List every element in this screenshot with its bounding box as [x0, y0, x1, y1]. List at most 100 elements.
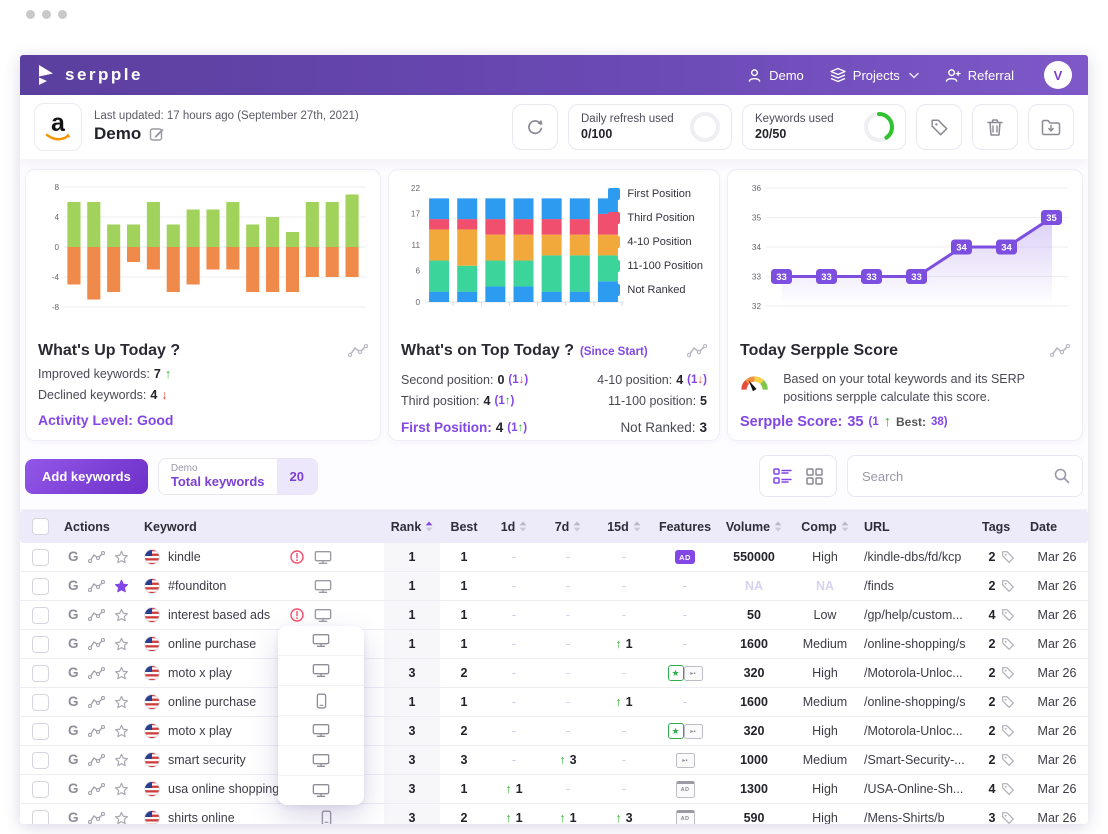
device-panel-cell[interactable] [278, 686, 364, 716]
column-header-comp[interactable]: Comp [790, 510, 860, 543]
star-icon[interactable] [114, 637, 129, 652]
url-cell[interactable]: /Smart-Security-... [860, 746, 978, 774]
url-cell[interactable]: /kindle-dbs/fd/kcp [860, 543, 978, 571]
device-panel-cell[interactable] [278, 716, 364, 746]
keyword-graph-icon[interactable] [88, 754, 105, 767]
tags-cell[interactable]: 2 [978, 746, 1026, 774]
google-icon[interactable]: G [68, 695, 79, 709]
star-icon[interactable] [114, 666, 129, 681]
url-cell[interactable]: /online-shopping/s [860, 630, 978, 658]
star-icon[interactable] [114, 550, 129, 565]
refresh-button[interactable] [512, 104, 558, 150]
row-checkbox[interactable] [32, 578, 49, 595]
url-cell[interactable]: /USA-Online-Sh... [860, 775, 978, 803]
url-cell[interactable]: /finds [860, 572, 978, 600]
nav-demo[interactable]: Demo [747, 68, 804, 83]
tags-cell[interactable]: 2 [978, 630, 1026, 658]
keyword-graph-icon[interactable] [88, 638, 105, 651]
star-icon[interactable] [114, 753, 129, 768]
tags-cell[interactable]: 4 [978, 601, 1026, 629]
add-keywords-button[interactable]: Add keywords [25, 459, 148, 494]
activity-spark-icon[interactable] [1050, 344, 1070, 358]
row-checkbox[interactable] [32, 781, 49, 798]
google-icon[interactable]: G [68, 608, 79, 622]
window-dot[interactable] [58, 10, 67, 19]
search-icon[interactable] [1054, 468, 1070, 484]
nav-referral[interactable]: Referral [945, 68, 1014, 83]
alert-icon[interactable] [290, 608, 304, 622]
keyword-graph-icon[interactable] [88, 580, 105, 593]
google-icon[interactable]: G [68, 579, 79, 593]
move-to-folder-button[interactable] [1028, 104, 1074, 150]
sort-icon[interactable] [425, 521, 433, 532]
star-filled-icon[interactable] [114, 579, 129, 594]
tags-cell[interactable]: 3 [978, 804, 1026, 824]
avatar[interactable]: V [1044, 61, 1072, 89]
tag-icon[interactable] [1001, 753, 1015, 767]
tag-icon[interactable] [1001, 608, 1015, 622]
row-checkbox[interactable] [32, 723, 49, 740]
keyword-graph-icon[interactable] [88, 667, 105, 680]
keyword-graph-icon[interactable] [88, 725, 105, 738]
window-controls[interactable] [26, 10, 67, 19]
keyword-graph-icon[interactable] [88, 812, 105, 825]
star-icon[interactable] [114, 724, 129, 739]
keyword-graph-icon[interactable] [88, 696, 105, 709]
row-checkbox[interactable] [32, 636, 49, 653]
row-checkbox[interactable] [32, 549, 49, 566]
column-header-7d[interactable]: 7d [540, 510, 596, 543]
star-icon[interactable] [114, 695, 129, 710]
device-panel-cell[interactable] [278, 776, 364, 805]
list-view-icon[interactable] [773, 468, 792, 484]
sort-icon[interactable] [841, 521, 849, 532]
column-header-rank[interactable]: Rank [384, 510, 440, 543]
tag-icon[interactable] [1001, 550, 1015, 564]
url-cell[interactable]: /Motorola-Unloc... [860, 717, 978, 745]
google-icon[interactable]: G [68, 637, 79, 651]
device-panel-cell[interactable] [278, 656, 364, 686]
keyword-cell[interactable]: kindle [140, 543, 384, 571]
tag-icon[interactable] [1001, 811, 1015, 824]
device-panel-cell[interactable] [278, 626, 364, 656]
edit-icon[interactable] [149, 126, 165, 142]
row-checkbox[interactable] [32, 607, 49, 624]
star-icon[interactable] [114, 811, 129, 825]
nav-projects[interactable]: Projects [830, 67, 919, 83]
tags-cell[interactable]: 2 [978, 688, 1026, 716]
row-checkbox[interactable] [32, 665, 49, 682]
url-cell[interactable]: /gp/help/custom... [860, 601, 978, 629]
keyword-cell[interactable]: shirts online [140, 804, 384, 824]
tags-cell[interactable]: 2 [978, 572, 1026, 600]
row-checkbox[interactable] [32, 694, 49, 711]
google-icon[interactable]: G [68, 550, 79, 564]
tag-icon[interactable] [1001, 637, 1015, 651]
url-cell[interactable]: /Motorola-Unloc... [860, 659, 978, 687]
alert-icon[interactable] [290, 550, 304, 564]
window-dot[interactable] [26, 10, 35, 19]
tag-icon[interactable] [1001, 579, 1015, 593]
search-input[interactable] [860, 468, 1054, 485]
sort-icon[interactable] [774, 521, 782, 532]
keyword-cell[interactable]: #founditon [140, 572, 384, 600]
google-icon[interactable]: G [68, 666, 79, 680]
activity-spark-icon[interactable] [348, 344, 368, 358]
tag-icon[interactable] [1001, 782, 1015, 796]
star-icon[interactable] [114, 608, 129, 623]
google-icon[interactable]: G [68, 753, 79, 767]
device-panel-cell[interactable] [278, 746, 364, 776]
brand-logo[interactable]: serpple [36, 64, 143, 86]
grid-view-icon[interactable] [806, 468, 823, 485]
select-all-checkbox[interactable] [32, 518, 49, 535]
tags-cell[interactable]: 2 [978, 659, 1026, 687]
url-cell[interactable]: /Mens-Shirts/b [860, 804, 978, 824]
keyword-graph-icon[interactable] [88, 609, 105, 622]
column-header-volume[interactable]: Volume [718, 510, 790, 543]
row-checkbox[interactable] [32, 810, 49, 825]
google-icon[interactable]: G [68, 782, 79, 796]
tags-cell[interactable]: 4 [978, 775, 1026, 803]
delete-button[interactable] [972, 104, 1018, 150]
sort-icon[interactable] [633, 521, 641, 532]
url-cell[interactable]: /online-shopping/s [860, 688, 978, 716]
row-checkbox[interactable] [32, 752, 49, 769]
tag-icon[interactable] [1001, 695, 1015, 709]
